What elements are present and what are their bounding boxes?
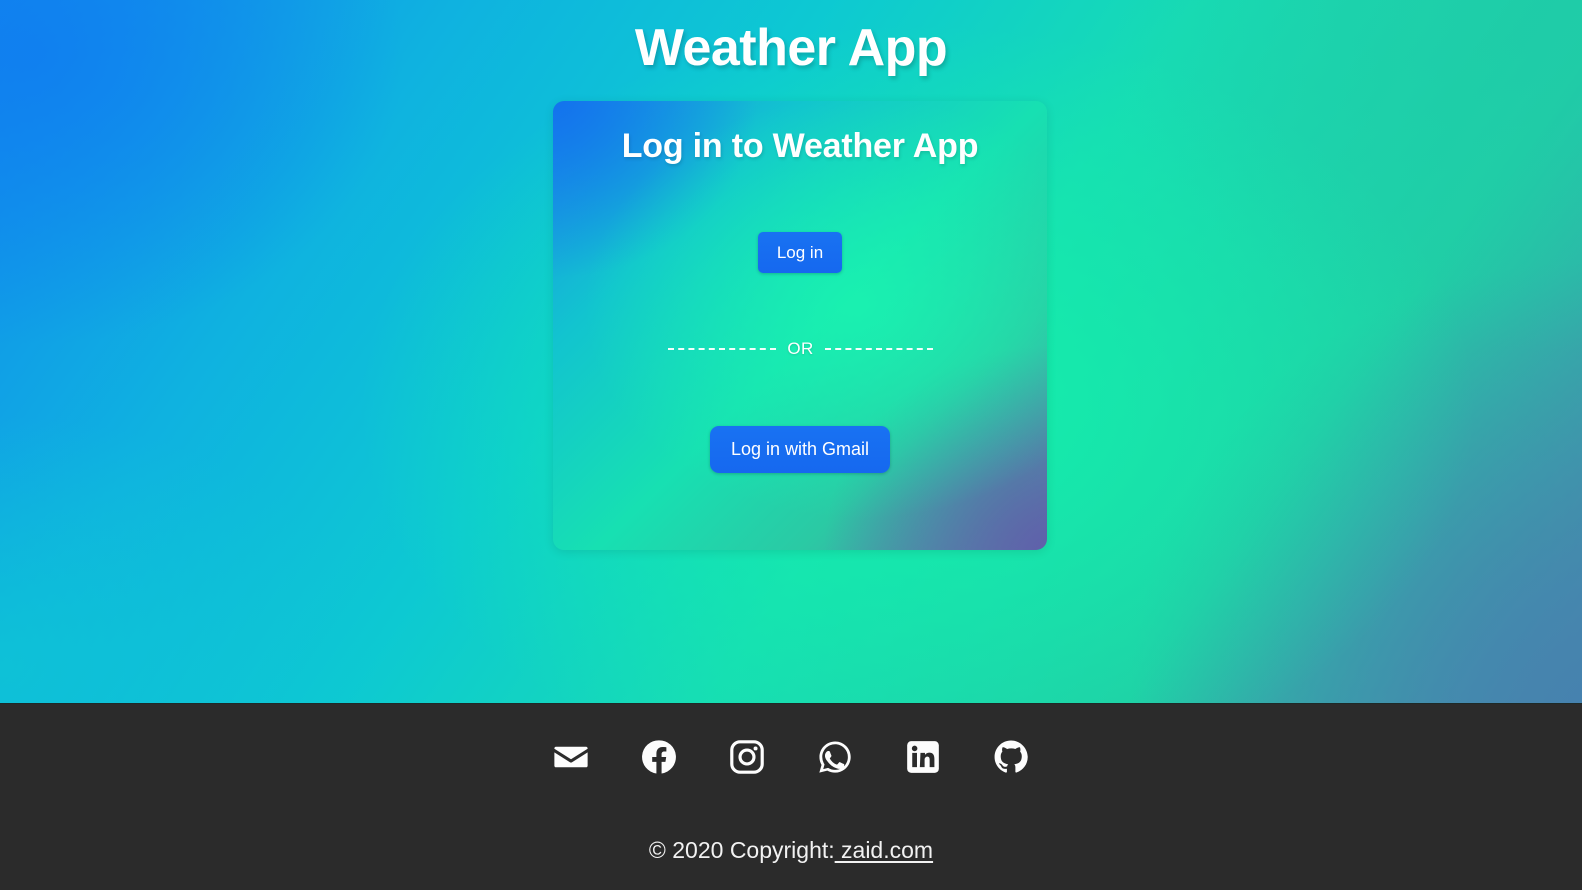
whatsapp-icon[interactable] xyxy=(815,737,855,777)
copyright-link[interactable]: zaid.com xyxy=(835,837,933,863)
copyright: © 2020 Copyright: zaid.com xyxy=(0,837,1582,864)
login-with-gmail-button[interactable]: Log in with Gmail xyxy=(710,426,890,473)
divider-line-left xyxy=(668,348,777,350)
footer: © 2020 Copyright: zaid.com xyxy=(0,703,1582,890)
github-icon[interactable] xyxy=(991,737,1031,777)
email-icon[interactable] xyxy=(551,737,591,777)
login-card-heading: Log in to Weather App xyxy=(621,127,979,165)
page-title: Weather App xyxy=(634,19,948,77)
or-divider: OR xyxy=(668,339,933,359)
social-links xyxy=(0,737,1582,777)
instagram-icon[interactable] xyxy=(727,737,767,777)
login-button[interactable]: Log in xyxy=(758,232,842,273)
login-card: Log in to Weather App Log in OR Log in w… xyxy=(553,101,1047,550)
facebook-icon[interactable] xyxy=(639,737,679,777)
copyright-text: © 2020 Copyright: xyxy=(648,837,835,863)
divider-label: OR xyxy=(787,339,814,358)
divider-line-right xyxy=(824,348,933,350)
weather-app-login-page: Weather App Log in to Weather App Log in… xyxy=(0,0,1582,890)
linkedin-icon[interactable] xyxy=(903,737,943,777)
